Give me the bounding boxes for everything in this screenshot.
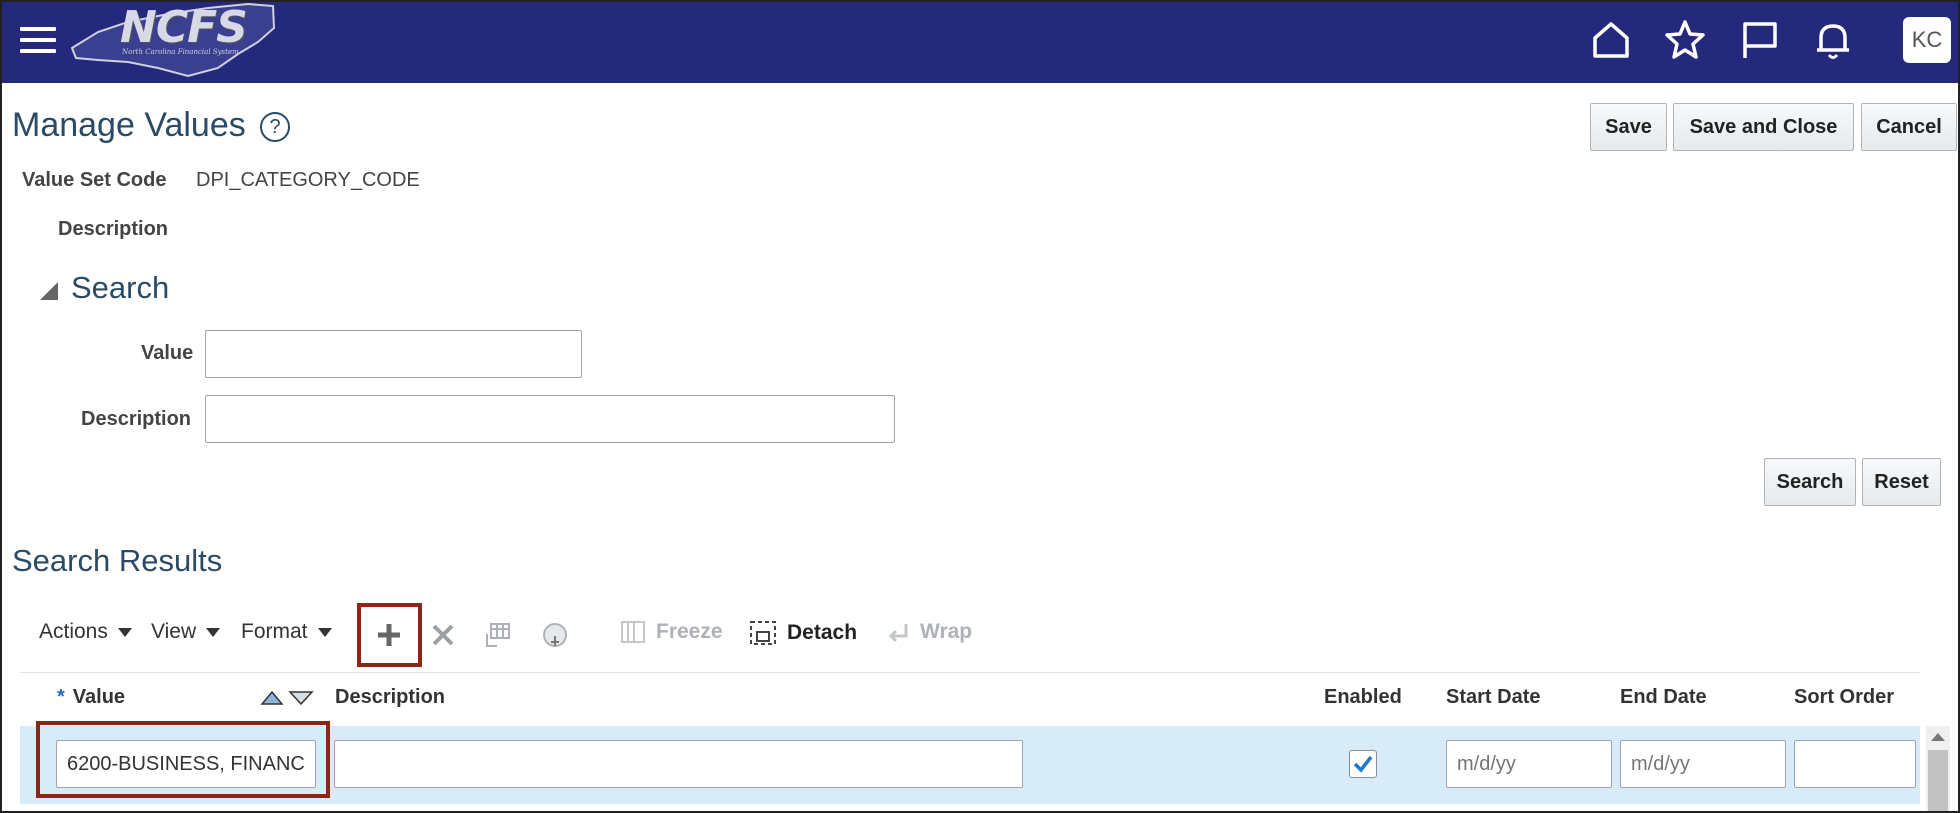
column-header-end-date[interactable]: End Date [1620, 686, 1707, 709]
search-description-label: Description [81, 408, 192, 430]
reset-button[interactable]: Reset [1862, 458, 1941, 506]
cancel-button[interactable]: Cancel [1861, 103, 1957, 151]
scrollbar-thumb[interactable] [1928, 750, 1948, 813]
bell-icon[interactable] [1811, 18, 1855, 62]
query-by-example-icon[interactable] [542, 622, 570, 650]
collapse-search-icon[interactable] [40, 282, 58, 300]
flag-icon[interactable] [1737, 18, 1781, 62]
wrap-label: Wrap [920, 620, 973, 643]
checkmark-icon [1353, 755, 1373, 773]
freeze-icon [621, 621, 645, 643]
save-and-close-button[interactable]: Save and Close [1673, 103, 1854, 151]
logo-subtitle: North Carolina Financial System [122, 48, 239, 56]
wrap-icon [888, 624, 908, 643]
detach-icon [750, 621, 776, 645]
chevron-down-icon [117, 627, 132, 637]
column-header-value[interactable]: * Value [57, 686, 125, 709]
actions-menu-label: Actions [39, 620, 108, 643]
chevron-down-icon [206, 627, 221, 637]
row-description-input[interactable] [334, 740, 1023, 788]
help-icon[interactable]: ? [260, 112, 290, 142]
actions-menu[interactable]: Actions [39, 620, 132, 644]
row-value-input[interactable] [56, 740, 316, 788]
search-value-label: Value [141, 342, 194, 364]
top-navigation-bar: NCFS North Carolina Financial System KC [0, 0, 1960, 83]
column-header-start-date[interactable]: Start Date [1446, 686, 1540, 709]
view-menu-label: View [151, 620, 197, 643]
search-results-title: Search Results [12, 543, 223, 578]
ncfs-logo[interactable]: NCFS North Carolina Financial System [68, 2, 278, 80]
detach-label: Detach [787, 621, 858, 644]
add-row-icon[interactable] [374, 620, 404, 650]
sort-order-input[interactable] [1794, 740, 1916, 788]
enabled-checkbox[interactable] [1349, 750, 1377, 778]
logo-text: NCFS [120, 2, 248, 53]
format-menu-label: Format [241, 620, 308, 643]
wrap-button[interactable]: Wrap [886, 620, 972, 644]
user-avatar[interactable]: KC [1903, 17, 1951, 63]
search-button[interactable]: Search [1764, 458, 1856, 506]
search-description-input[interactable] [205, 395, 895, 443]
scroll-up-icon[interactable] [1931, 733, 1945, 741]
column-label-value: Value [72, 686, 126, 708]
star-icon[interactable] [1663, 18, 1707, 62]
home-icon[interactable] [1589, 18, 1633, 62]
end-date-input[interactable] [1620, 740, 1786, 788]
search-value-input[interactable] [205, 330, 582, 378]
format-menu[interactable]: Format [241, 620, 332, 644]
freeze-label: Freeze [656, 620, 723, 643]
page-title: Manage Values [12, 106, 246, 144]
freeze-button[interactable]: Freeze [620, 620, 723, 644]
column-header-sort-order[interactable]: Sort Order [1794, 686, 1894, 709]
description-label: Description [58, 218, 169, 240]
chevron-down-icon [317, 627, 332, 637]
search-section-title: Search [71, 270, 170, 305]
start-date-input[interactable] [1446, 740, 1612, 788]
sort-icon[interactable] [260, 688, 316, 708]
view-menu[interactable]: View [151, 620, 221, 644]
column-header-enabled[interactable]: Enabled [1324, 686, 1402, 709]
required-marker: * [57, 686, 65, 708]
column-header-description[interactable]: Description [335, 686, 445, 709]
delete-icon[interactable] [430, 622, 456, 648]
save-button[interactable]: Save [1590, 103, 1667, 151]
value-set-code-label: Value Set Code [22, 169, 167, 191]
menu-icon[interactable] [20, 22, 56, 56]
detach-button[interactable]: Detach [749, 620, 857, 646]
value-set-code-value: DPI_CATEGORY_CODE [196, 169, 420, 191]
columns-icon[interactable] [483, 620, 513, 650]
